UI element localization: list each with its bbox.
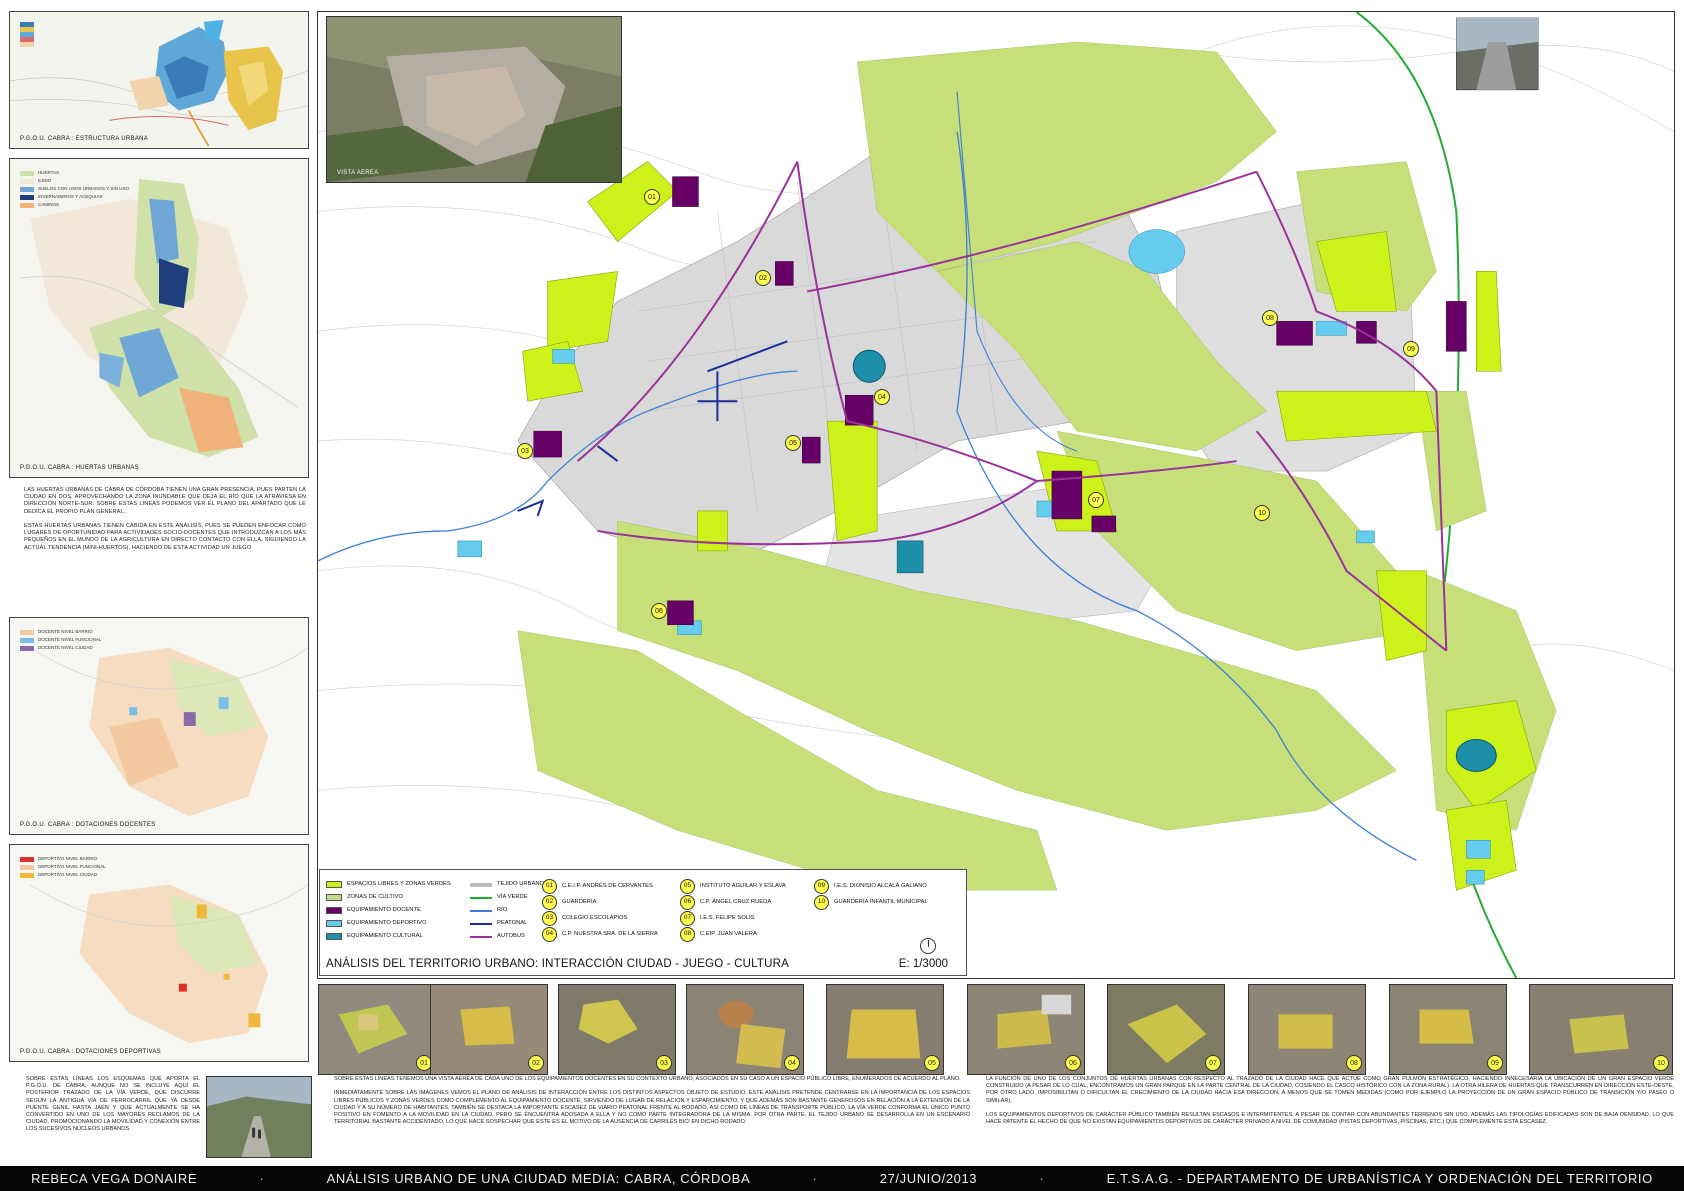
- footer-separator: ·: [1039, 1171, 1045, 1186]
- thumbnail-number: 08: [1346, 1055, 1362, 1071]
- thumbnail-09[interactable]: 09: [1389, 984, 1507, 1075]
- estructura-legend: [20, 22, 34, 47]
- thumbnail-06[interactable]: 06: [967, 984, 1085, 1075]
- legend-swatch: [326, 907, 342, 914]
- thumbnail-08[interactable]: 08: [1248, 984, 1366, 1075]
- footer-separator: ·: [812, 1171, 818, 1186]
- estructura-urbana-map: [10, 12, 308, 148]
- thumbnail-number: 05: [924, 1055, 940, 1071]
- thumbnail-number: 04: [784, 1055, 800, 1071]
- footer-author: REBECA VEGA DONAIRE: [31, 1171, 198, 1186]
- dotaciones-deportivas-panel: DEPORTIVO NIVEL BARRIO DEPORTIVO NIVEL F…: [9, 844, 309, 1062]
- aerial-caption: VISTA AEREA: [337, 170, 379, 176]
- map-legend: ESPACIOS LIBRES Y ZONAS VERDES ZONAS DE …: [319, 869, 967, 976]
- legend-col-schools-c: 09 I.E.S. DIONISIO ALCALÁ GALIANO 10 GUARD…: [814, 878, 928, 910]
- footer-separator: ·: [259, 1171, 265, 1186]
- thumbnail-number: 09: [1487, 1055, 1503, 1071]
- map-marker-01[interactable]: 01: [644, 189, 660, 205]
- map-marker-06[interactable]: 06: [651, 603, 667, 619]
- map-marker-10[interactable]: 10: [1254, 505, 1270, 521]
- map-marker-02[interactable]: 02: [755, 270, 771, 286]
- footer-title: ANÁLISIS URBANO DE UNA CIUDAD MEDIA: CAB…: [326, 1171, 751, 1186]
- legend-swatch: [326, 920, 342, 927]
- thumbnail-01[interactable]: 01: [318, 984, 436, 1075]
- legend-col-areas: ESPACIOS LIBRES Y ZONAS VERDES ZONAS DE …: [326, 878, 451, 943]
- footer-school: E.T.S.A.G. - DEPARTAMENTO DE URBANÍSTICA…: [1106, 1171, 1653, 1186]
- estructura-caption: P.G.O.U. CABRA : ESTRUCTURA URBANA: [20, 136, 149, 142]
- dotaciones-docentes-panel: DOCENTE NIVEL BARRIO DOCENTE NIVEL FUNCI…: [9, 617, 309, 835]
- footer-date: 27/JUNIO/2013: [879, 1171, 978, 1186]
- huertas-caption: P.G.O.U. CABRA : HUERTAS URBANAS: [20, 465, 139, 471]
- footer-bar: REBECA VEGA DONAIRE · ANÁLISIS URBANO DE…: [0, 1166, 1684, 1191]
- thumbnail-number: 03: [656, 1055, 672, 1071]
- legend-col-schools-a: 01 C.E.I.P. ANDRÉS DE CERVANTES 02 GUARDER…: [542, 878, 658, 942]
- analysis-description: Sobre estas líneas tenemos una vista aér…: [334, 1076, 970, 1126]
- thumbnail-05[interactable]: 05: [826, 984, 944, 1075]
- legend-scale: E: 1/3000: [898, 958, 948, 970]
- legend-swatch: [326, 881, 342, 888]
- thumbnail-10[interactable]: 10: [1529, 984, 1673, 1075]
- thumbnail-number: 06: [1065, 1055, 1081, 1071]
- deportivas-caption: P.G.O.U. CABRA : DOTACIONES DEPORTIVAS: [20, 1049, 161, 1055]
- map-marker-05[interactable]: 05: [785, 435, 801, 451]
- legend-col-lines: TEJIDO URBANO VÍA VERDE RÍO PEATONAL AUT…: [470, 878, 544, 943]
- map-marker-09[interactable]: 09: [1403, 341, 1419, 357]
- aerial-view-image: [327, 17, 621, 182]
- huertas-description: Las huertas urbanas de Cabra de Córdoba …: [24, 487, 306, 551]
- legend-swatch: [326, 894, 342, 901]
- via-verde-description: Sobre estas líneas los esquemas que apor…: [26, 1076, 200, 1133]
- huertas-legend: HUERTAS EJIDO SUELOS CON USOS URBANOS Y …: [20, 169, 129, 209]
- via-verde-photo-image: [207, 1077, 311, 1157]
- via-verde-photo: [206, 1076, 312, 1158]
- map-marker-03[interactable]: 03: [517, 443, 533, 459]
- thumbnail-03[interactable]: 03: [558, 984, 676, 1075]
- thumbnail-04[interactable]: 04: [686, 984, 804, 1075]
- legend-title: ANÁLISIS DEL TERRITORIO URBANO: INTERACC…: [326, 958, 790, 970]
- legend-swatch: [326, 933, 342, 940]
- thumbnail-number: 02: [528, 1055, 544, 1071]
- thumbnail-02[interactable]: 02: [430, 984, 548, 1075]
- map-marker-07[interactable]: 07: [1088, 492, 1104, 508]
- aerial-view-inset: VISTA AEREA: [326, 16, 622, 183]
- thumbnail-07[interactable]: 07: [1107, 984, 1225, 1075]
- huertas-urbanas-panel: HUERTAS EJIDO SUELOS CON USOS URBANOS Y …: [9, 158, 309, 478]
- docentes-legend: DOCENTE NIVEL BARRIO DOCENTE NIVEL FUNCI…: [20, 628, 101, 652]
- estructura-urbana-panel: P.G.O.U. CABRA : ESTRUCTURA URBANA: [9, 11, 309, 149]
- thumbnail-number: 10: [1653, 1055, 1669, 1071]
- north-arrow-icon: [920, 938, 936, 954]
- legend-col-schools-b: 05 INSTITUTO AGUILAR Y ESLAVA 06 C.P. ÁNGE…: [680, 878, 786, 942]
- thumbnail-number: 07: [1205, 1055, 1221, 1071]
- docentes-caption: P.G.O.U. CABRA : DOTACIONES DOCENTES: [20, 822, 156, 828]
- deportivas-legend: DEPORTIVO NIVEL BARRIO DEPORTIVO NIVEL F…: [20, 855, 106, 879]
- huertas-conclusion: La función de uno de los conjuntos de hu…: [986, 1076, 1674, 1126]
- map-marker-04[interactable]: 04: [874, 389, 890, 405]
- map-marker-08[interactable]: 08: [1262, 310, 1278, 326]
